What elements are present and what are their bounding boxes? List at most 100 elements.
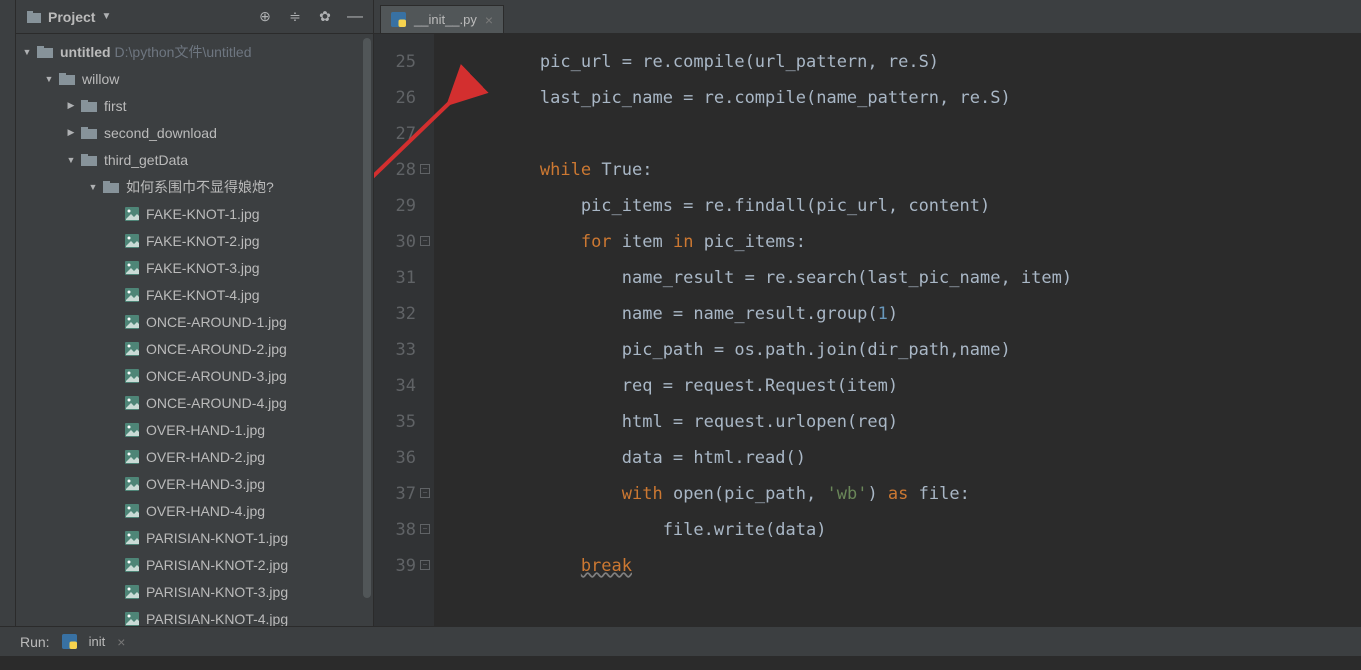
gutter-line[interactable]: 36 <box>374 440 416 476</box>
editor-tab-init[interactable]: __init__.py × <box>380 5 504 33</box>
tree-row-file[interactable]: OVER-HAND-3.jpg <box>16 470 373 497</box>
tree-row-file[interactable]: OVER-HAND-4.jpg <box>16 497 373 524</box>
code-line[interactable]: pic_path = os.path.join(dir_path,name) <box>458 332 1361 368</box>
chevron-down-icon[interactable]: ▼ <box>88 182 98 192</box>
image-file-icon <box>124 206 140 222</box>
code-line[interactable]: with open(pic_path, 'wb') as file: <box>458 476 1361 512</box>
tree-label: ONCE-AROUND-1.jpg <box>146 314 287 330</box>
code-line[interactable]: html = request.urlopen(req) <box>458 404 1361 440</box>
tree-row-first[interactable]: ▶ first <box>16 92 373 119</box>
image-file-icon <box>124 611 140 627</box>
collapse-icon[interactable]: ≑ <box>287 9 303 25</box>
gutter-line[interactable]: 26 <box>374 80 416 116</box>
tree-row-file[interactable]: PARISIAN-KNOT-3.jpg <box>16 578 373 605</box>
tree-row-subfolder[interactable]: ▼ 如何系围巾不显得娘炮? <box>16 173 373 200</box>
tree-row-file[interactable]: ONCE-AROUND-2.jpg <box>16 335 373 362</box>
tree-label: 如何系围巾不显得娘炮? <box>126 177 274 197</box>
tree-row-second[interactable]: ▶ second_download <box>16 119 373 146</box>
image-file-icon <box>124 584 140 600</box>
gutter-line[interactable]: 38− <box>374 512 416 548</box>
gutter-line[interactable]: 39− <box>374 548 416 584</box>
tree-row-file[interactable]: ONCE-AROUND-1.jpg <box>16 308 373 335</box>
gutter-line[interactable]: 29 <box>374 188 416 224</box>
hide-icon[interactable]: — <box>347 9 363 25</box>
gutter-line[interactable]: 33 <box>374 332 416 368</box>
code-line[interactable]: data = html.read() <box>458 440 1361 476</box>
gutter-line[interactable]: 27 <box>374 116 416 152</box>
gutter-line[interactable]: 30− <box>374 224 416 260</box>
gutter-line[interactable]: 28− <box>374 152 416 188</box>
fold-icon[interactable]: − <box>420 488 430 498</box>
tree-row-file[interactable]: ONCE-AROUND-4.jpg <box>16 389 373 416</box>
image-file-icon <box>124 530 140 546</box>
tree-row-file[interactable]: FAKE-KNOT-3.jpg <box>16 254 373 281</box>
code-line[interactable]: last_pic_name = re.compile(name_pattern,… <box>458 80 1361 116</box>
tree-row-file[interactable]: OVER-HAND-2.jpg <box>16 443 373 470</box>
gutter-line[interactable]: 31 <box>374 260 416 296</box>
close-icon[interactable]: × <box>485 12 493 28</box>
close-icon[interactable]: × <box>117 634 125 650</box>
image-file-icon <box>124 260 140 276</box>
tree-row-file[interactable]: ONCE-AROUND-3.jpg <box>16 362 373 389</box>
gutter-line[interactable]: 37− <box>374 476 416 512</box>
chevron-down-icon[interactable]: ▼ <box>44 74 54 84</box>
tree-row-file[interactable]: OVER-HAND-1.jpg <box>16 416 373 443</box>
code-line[interactable] <box>458 116 1361 152</box>
tree-row-file[interactable]: FAKE-KNOT-1.jpg <box>16 200 373 227</box>
tree-label: willow <box>82 71 119 87</box>
tree-label: FAKE-KNOT-4.jpg <box>146 287 260 303</box>
chevron-right-icon[interactable]: ▶ <box>66 127 76 138</box>
chevron-right-icon[interactable]: ▶ <box>66 100 76 111</box>
tree-label: PARISIAN-KNOT-1.jpg <box>146 530 288 546</box>
code-line[interactable]: while True: <box>458 152 1361 188</box>
tree-row-file[interactable]: PARISIAN-KNOT-4.jpg <box>16 605 373 626</box>
fold-icon[interactable]: − <box>420 524 430 534</box>
chevron-down-icon[interactable]: ▼ <box>22 47 32 57</box>
gutter-line[interactable]: 35 <box>374 404 416 440</box>
gutter-line[interactable]: 32 <box>374 296 416 332</box>
code-line[interactable]: file.write(data) <box>458 512 1361 548</box>
tree-row-file[interactable]: PARISIAN-KNOT-2.jpg <box>16 551 373 578</box>
image-file-icon <box>124 503 140 519</box>
project-sidebar: Project ▼ ⊕ ≑ ✿ — ▼ untitled D:\python文件… <box>16 0 374 626</box>
tree-row-willow[interactable]: ▼ willow <box>16 65 373 92</box>
run-tool-window-bar[interactable]: Run: init × <box>0 626 1361 656</box>
gutter-line[interactable]: 25 <box>374 44 416 80</box>
gear-icon[interactable]: ✿ <box>317 9 333 25</box>
code-line[interactable]: break <box>458 548 1361 584</box>
chevron-down-icon[interactable]: ▼ <box>66 155 76 165</box>
code-line[interactable]: pic_url = re.compile(url_pattern, re.S) <box>458 44 1361 80</box>
tree-scrollbar[interactable] <box>363 38 371 598</box>
tree-row-file[interactable]: FAKE-KNOT-4.jpg <box>16 281 373 308</box>
image-file-icon <box>124 368 140 384</box>
code-line[interactable]: pic_items = re.findall(pic_url, content) <box>458 188 1361 224</box>
tree-row-third[interactable]: ▼ third_getData <box>16 146 373 173</box>
fold-icon[interactable]: − <box>420 236 430 246</box>
tree-label: third_getData <box>104 152 188 168</box>
code-line[interactable]: req = request.Request(item) <box>458 368 1361 404</box>
locate-icon[interactable]: ⊕ <box>257 9 273 25</box>
fold-icon[interactable]: − <box>420 560 430 570</box>
code-line[interactable]: name_result = re.search(last_pic_name, i… <box>458 260 1361 296</box>
tree-label: PARISIAN-KNOT-2.jpg <box>146 557 288 573</box>
gutter-line[interactable]: 34 <box>374 368 416 404</box>
tree-row-root[interactable]: ▼ untitled D:\python文件\untitled <box>16 38 373 65</box>
code-line[interactable]: for item in pic_items: <box>458 224 1361 260</box>
tree-label: ONCE-AROUND-4.jpg <box>146 395 287 411</box>
project-tree[interactable]: ▼ untitled D:\python文件\untitled ▼ willow… <box>16 34 373 626</box>
image-file-icon <box>124 449 140 465</box>
code-editor[interactable]: 25262728−2930−31323334353637−38−39− pic_… <box>374 34 1361 626</box>
tree-row-file[interactable]: FAKE-KNOT-2.jpg <box>16 227 373 254</box>
fold-icon[interactable]: − <box>420 164 430 174</box>
folder-icon <box>36 44 54 59</box>
code-content[interactable]: pic_url = re.compile(url_pattern, re.S) … <box>434 34 1361 626</box>
tree-label: FAKE-KNOT-2.jpg <box>146 233 260 249</box>
project-title-button[interactable]: Project ▼ <box>26 9 111 25</box>
tree-label: FAKE-KNOT-1.jpg <box>146 206 260 222</box>
tree-label: second_download <box>104 125 217 141</box>
code-line[interactable]: name = name_result.group(1) <box>458 296 1361 332</box>
folder-icon <box>80 152 98 167</box>
folder-icon <box>102 179 120 194</box>
line-gutter[interactable]: 25262728−2930−31323334353637−38−39− <box>374 34 434 626</box>
tree-row-file[interactable]: PARISIAN-KNOT-1.jpg <box>16 524 373 551</box>
